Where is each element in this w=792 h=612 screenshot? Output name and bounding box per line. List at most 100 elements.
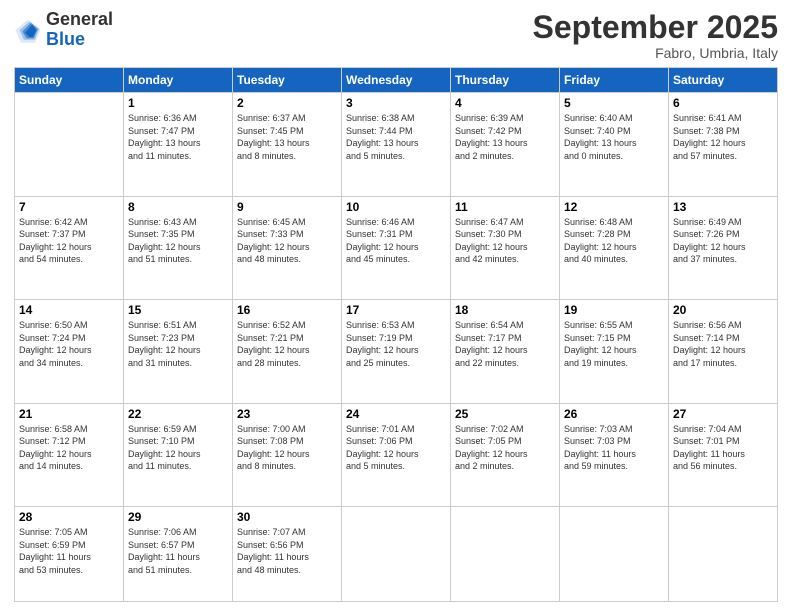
day-info: Sunrise: 7:02 AM Sunset: 7:05 PM Dayligh… xyxy=(455,423,555,473)
day-number: 9 xyxy=(237,200,337,214)
day-number: 25 xyxy=(455,407,555,421)
day-number: 11 xyxy=(455,200,555,214)
day-info: Sunrise: 6:52 AM Sunset: 7:21 PM Dayligh… xyxy=(237,319,337,369)
day-info: Sunrise: 6:38 AM Sunset: 7:44 PM Dayligh… xyxy=(346,112,446,162)
table-row xyxy=(560,507,669,602)
table-row: 21 Sunrise: 6:58 AM Sunset: 7:12 PM Dayli… xyxy=(15,403,124,506)
day-info: Sunrise: 7:03 AM Sunset: 7:03 PM Dayligh… xyxy=(564,423,664,473)
table-row: 19 Sunrise: 6:55 AM Sunset: 7:15 PM Dayli… xyxy=(560,300,669,403)
table-row: 6Sunrise: 6:41 AM Sunset: 7:38 PM Daylig… xyxy=(669,93,778,196)
col-tuesday: Tuesday xyxy=(233,68,342,93)
day-info: Sunrise: 6:59 AM Sunset: 7:10 PM Dayligh… xyxy=(128,423,228,473)
table-row xyxy=(342,507,451,602)
table-row: 10 Sunrise: 6:46 AM Sunset: 7:31 PM Dayli… xyxy=(342,196,451,299)
day-info: Sunrise: 6:50 AM Sunset: 7:24 PM Dayligh… xyxy=(19,319,119,369)
day-number: 1 xyxy=(128,96,228,110)
day-number: 12 xyxy=(564,200,664,214)
day-number: 24 xyxy=(346,407,446,421)
table-row: 4 Sunrise: 6:39 AM Sunset: 7:42 PM Daylig… xyxy=(451,93,560,196)
logo-blue-text: Blue xyxy=(46,30,113,50)
day-info: Sunrise: 7:06 AM Sunset: 6:57 PM Dayligh… xyxy=(128,526,228,576)
day-number: 18 xyxy=(455,303,555,317)
day-info: Sunrise: 6:53 AM Sunset: 7:19 PM Dayligh… xyxy=(346,319,446,369)
table-row: 18 Sunrise: 6:54 AM Sunset: 7:17 PM Dayli… xyxy=(451,300,560,403)
table-row xyxy=(451,507,560,602)
day-info: Sunrise: 6:48 AM Sunset: 7:28 PM Dayligh… xyxy=(564,216,664,266)
day-info: Sunrise: 6:51 AM Sunset: 7:23 PM Dayligh… xyxy=(128,319,228,369)
table-row: 17 Sunrise: 6:53 AM Sunset: 7:19 PM Dayli… xyxy=(342,300,451,403)
day-number: 21 xyxy=(19,407,119,421)
day-number: 16 xyxy=(237,303,337,317)
title-block: September 2025 Fabro, Umbria, Italy xyxy=(533,10,778,61)
day-number: 6 xyxy=(673,96,773,110)
table-row: 16 Sunrise: 6:52 AM Sunset: 7:21 PM Dayli… xyxy=(233,300,342,403)
col-friday: Friday xyxy=(560,68,669,93)
month-title: September 2025 xyxy=(533,10,778,45)
table-row: 3 Sunrise: 6:38 AM Sunset: 7:44 PM Daylig… xyxy=(342,93,451,196)
day-number: 5 xyxy=(564,96,664,110)
table-row: 8Sunrise: 6:43 AM Sunset: 7:35 PM Daylig… xyxy=(124,196,233,299)
logo-general-text: General xyxy=(46,10,113,30)
day-info: Sunrise: 6:39 AM Sunset: 7:42 PM Dayligh… xyxy=(455,112,555,162)
table-row: 7Sunrise: 6:42 AM Sunset: 7:37 PM Daylig… xyxy=(15,196,124,299)
day-number: 19 xyxy=(564,303,664,317)
day-number: 23 xyxy=(237,407,337,421)
table-row: 2Sunrise: 6:37 AM Sunset: 7:45 PM Daylig… xyxy=(233,93,342,196)
location-subtitle: Fabro, Umbria, Italy xyxy=(533,45,778,61)
table-row: 27 Sunrise: 7:04 AM Sunset: 7:01 PM Dayli… xyxy=(669,403,778,506)
col-thursday: Thursday xyxy=(451,68,560,93)
table-row: 29 Sunrise: 7:06 AM Sunset: 6:57 PM Dayli… xyxy=(124,507,233,602)
day-number: 20 xyxy=(673,303,773,317)
day-info: Sunrise: 7:04 AM Sunset: 7:01 PM Dayligh… xyxy=(673,423,773,473)
day-number: 10 xyxy=(346,200,446,214)
table-row: 26 Sunrise: 7:03 AM Sunset: 7:03 PM Dayli… xyxy=(560,403,669,506)
day-info: Sunrise: 6:55 AM Sunset: 7:15 PM Dayligh… xyxy=(564,319,664,369)
day-info: Sunrise: 6:54 AM Sunset: 7:17 PM Dayligh… xyxy=(455,319,555,369)
day-number: 4 xyxy=(455,96,555,110)
page-header: General Blue September 2025 Fabro, Umbri… xyxy=(14,10,778,61)
day-number: 15 xyxy=(128,303,228,317)
table-row: 28Sunrise: 7:05 AM Sunset: 6:59 PM Dayli… xyxy=(15,507,124,602)
table-row: 5 Sunrise: 6:40 AM Sunset: 7:40 PM Daylig… xyxy=(560,93,669,196)
logo: General Blue xyxy=(14,10,113,50)
table-row: 13 Sunrise: 6:49 AM Sunset: 7:26 PM Dayli… xyxy=(669,196,778,299)
table-row xyxy=(15,93,124,196)
day-number: 17 xyxy=(346,303,446,317)
day-info: Sunrise: 6:47 AM Sunset: 7:30 PM Dayligh… xyxy=(455,216,555,266)
day-info: Sunrise: 6:45 AM Sunset: 7:33 PM Dayligh… xyxy=(237,216,337,266)
day-info: Sunrise: 6:40 AM Sunset: 7:40 PM Dayligh… xyxy=(564,112,664,162)
day-number: 13 xyxy=(673,200,773,214)
table-row: 22Sunrise: 6:59 AM Sunset: 7:10 PM Dayli… xyxy=(124,403,233,506)
table-row: 11 Sunrise: 6:47 AM Sunset: 7:30 PM Dayli… xyxy=(451,196,560,299)
calendar-header-row: Sunday Monday Tuesday Wednesday Thursday… xyxy=(15,68,778,93)
col-sunday: Sunday xyxy=(15,68,124,93)
day-number: 3 xyxy=(346,96,446,110)
day-number: 7 xyxy=(19,200,119,214)
day-info: Sunrise: 7:01 AM Sunset: 7:06 PM Dayligh… xyxy=(346,423,446,473)
calendar-table: Sunday Monday Tuesday Wednesday Thursday… xyxy=(14,67,778,602)
col-saturday: Saturday xyxy=(669,68,778,93)
table-row: 30 Sunrise: 7:07 AM Sunset: 6:56 PM Dayli… xyxy=(233,507,342,602)
day-info: Sunrise: 7:00 AM Sunset: 7:08 PM Dayligh… xyxy=(237,423,337,473)
day-number: 26 xyxy=(564,407,664,421)
table-row: 23 Sunrise: 7:00 AM Sunset: 7:08 PM Dayli… xyxy=(233,403,342,506)
day-info: Sunrise: 6:58 AM Sunset: 7:12 PM Dayligh… xyxy=(19,423,119,473)
table-row: 1 Sunrise: 6:36 AM Sunset: 7:47 PM Daylig… xyxy=(124,93,233,196)
day-info: Sunrise: 6:36 AM Sunset: 7:47 PM Dayligh… xyxy=(128,112,228,162)
day-info: Sunrise: 6:46 AM Sunset: 7:31 PM Dayligh… xyxy=(346,216,446,266)
table-row: 24 Sunrise: 7:01 AM Sunset: 7:06 PM Dayli… xyxy=(342,403,451,506)
table-row: 9 Sunrise: 6:45 AM Sunset: 7:33 PM Daylig… xyxy=(233,196,342,299)
day-info: Sunrise: 7:07 AM Sunset: 6:56 PM Dayligh… xyxy=(237,526,337,576)
logo-icon xyxy=(14,16,42,44)
col-monday: Monday xyxy=(124,68,233,93)
table-row: 15 Sunrise: 6:51 AM Sunset: 7:23 PM Dayli… xyxy=(124,300,233,403)
col-wednesday: Wednesday xyxy=(342,68,451,93)
day-number: 8 xyxy=(128,200,228,214)
day-number: 30 xyxy=(237,510,337,524)
day-number: 27 xyxy=(673,407,773,421)
day-number: 14 xyxy=(19,303,119,317)
day-info: Sunrise: 6:49 AM Sunset: 7:26 PM Dayligh… xyxy=(673,216,773,266)
day-number: 2 xyxy=(237,96,337,110)
day-number: 29 xyxy=(128,510,228,524)
table-row: 14 Sunrise: 6:50 AM Sunset: 7:24 PM Dayli… xyxy=(15,300,124,403)
